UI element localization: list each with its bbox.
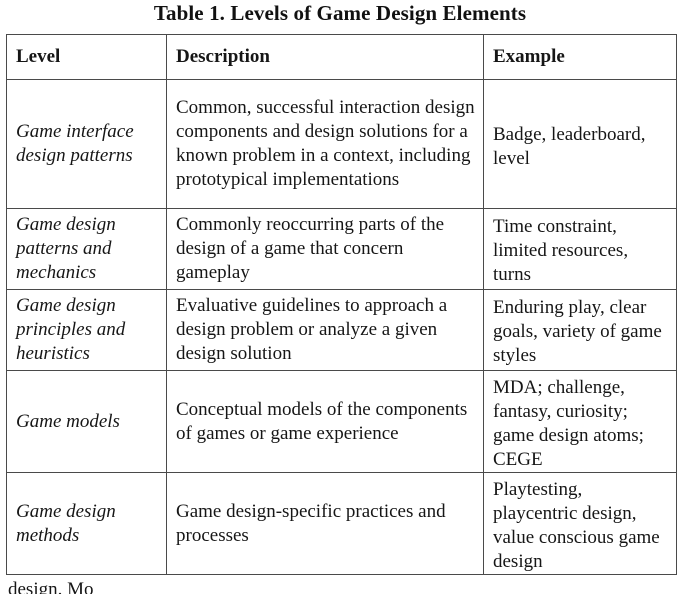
column-header-level-label: Level	[16, 46, 61, 67]
cell-example-text: Time constraint, limited resources, turn…	[493, 215, 629, 285]
column-header-level: Level	[6, 34, 167, 80]
table-header-row: Level Description Example	[6, 34, 677, 80]
table-container: Level Description Example Game interface…	[6, 34, 677, 575]
cell-description: Game design-specific practices and proce…	[166, 472, 484, 575]
cell-description-text: Conceptual models of the components of g…	[176, 398, 468, 444]
cell-example: Enduring play, clear goals, variety of g…	[483, 289, 677, 371]
cell-description: Evaluative guidelines to approach a desi…	[166, 289, 484, 371]
body-paragraph-clipped: design. Mo	[8, 579, 94, 594]
cell-description: Conceptual models of the components of g…	[166, 370, 484, 473]
table-header: Level Description Example	[6, 34, 677, 80]
column-header-example: Example	[483, 34, 677, 80]
cell-example: Time constraint, limited resources, turn…	[483, 208, 677, 290]
cell-example-text: Badge, leaderboard, level	[493, 123, 646, 169]
cell-description-text: Evaluative guidelines to approach a desi…	[176, 295, 448, 364]
document-page: Table 1. Levels of Game Design Elements …	[0, 0, 680, 594]
cell-level-text: Game design patterns and mechanics	[16, 214, 116, 283]
cell-description-text: Common, successful interaction design co…	[176, 97, 475, 190]
table-row: Game models Conceptual models of the com…	[6, 370, 677, 473]
cell-level-text: Game models	[16, 410, 120, 432]
cell-level-text: Game design principles and heuristics	[16, 295, 126, 364]
cell-description: Common, successful interaction design co…	[166, 79, 484, 209]
cell-example: Playtesting, playcentric design, value c…	[483, 472, 677, 575]
column-header-description: Description	[166, 34, 484, 80]
cell-level: Game design methods	[6, 472, 167, 575]
column-header-example-label: Example	[493, 46, 565, 67]
cell-example: MDA; challenge, fantasy, curiosity; game…	[483, 370, 677, 473]
cell-example: Badge, leaderboard, level	[483, 79, 677, 209]
cell-example-text: Playtesting, playcentric design, value c…	[493, 479, 660, 572]
levels-table: Level Description Example Game interface…	[6, 34, 677, 575]
table-row: Game design principles and heuristics Ev…	[6, 289, 677, 371]
cell-example-text: Enduring play, clear goals, variety of g…	[493, 296, 662, 366]
table-body: Game interface design patterns Common, s…	[6, 79, 677, 575]
table-row: Game design patterns and mechanics Commo…	[6, 208, 677, 290]
cell-level-text: Game design methods	[16, 500, 116, 546]
cell-level: Game models	[6, 370, 167, 473]
cell-description: Commonly reoccurring parts of the design…	[166, 208, 484, 290]
cell-level: Game interface design patterns	[6, 79, 167, 209]
cell-level: Game design patterns and mechanics	[6, 208, 167, 290]
cell-example-text: MDA; challenge, fantasy, curiosity; game…	[493, 377, 644, 470]
cell-description-text: Game design-specific practices and proce…	[176, 500, 446, 546]
cell-description-text: Commonly reoccurring parts of the design…	[176, 214, 445, 283]
table-row: Game interface design patterns Common, s…	[6, 79, 677, 209]
cell-level: Game design principles and heuristics	[6, 289, 167, 371]
cell-level-text: Game interface design patterns	[16, 121, 134, 166]
table-row: Game design methods Game design-specific…	[6, 472, 677, 575]
column-header-description-label: Description	[176, 46, 270, 67]
table-caption: Table 1. Levels of Game Design Elements	[153, 1, 527, 25]
